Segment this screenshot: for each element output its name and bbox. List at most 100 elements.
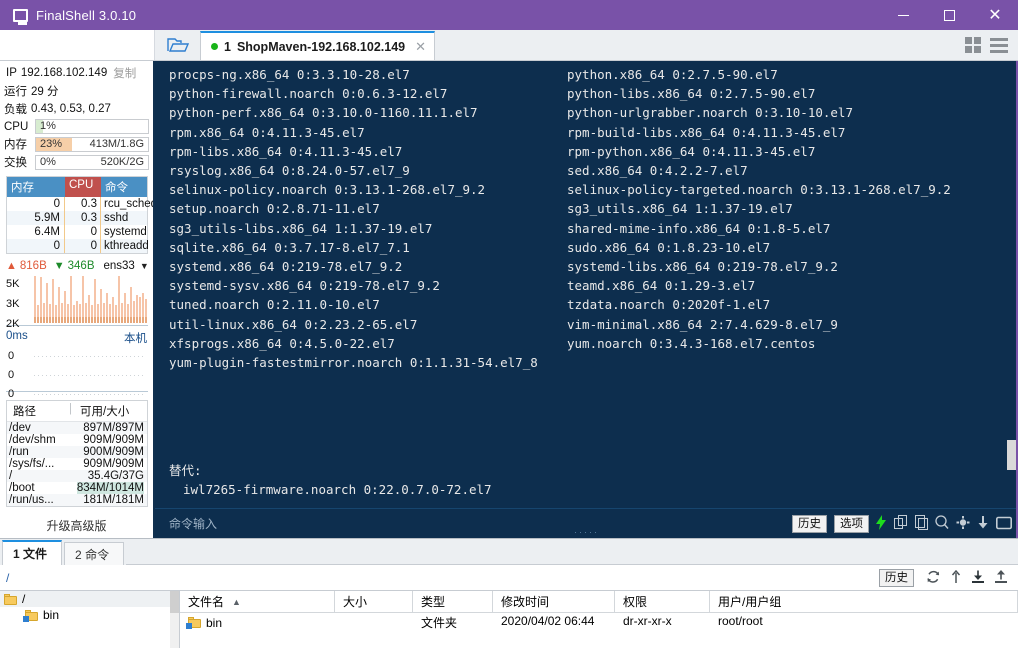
options-button[interactable]: 选项 bbox=[834, 514, 869, 533]
memory-meter-row: 内存 23% 413M/1.8G bbox=[0, 135, 153, 153]
terminal-line: tuned.noarch 0:2.11.0-10.el7 bbox=[169, 297, 380, 313]
tab-files[interactable]: 1 文件 bbox=[2, 540, 63, 565]
close-button[interactable]: ✕ bbox=[972, 0, 1018, 30]
file-name-cell: bin bbox=[180, 613, 335, 632]
command-input-bar: 命令输入 ····· 历史 选项 bbox=[155, 508, 1018, 538]
parent-folder-icon[interactable] bbox=[950, 569, 962, 586]
table-row[interactable]: /run/us... 181M/181M bbox=[7, 494, 147, 506]
resize-grip[interactable]: ····· bbox=[574, 527, 599, 537]
col-header-type[interactable]: 类型 bbox=[413, 591, 493, 612]
y-tick: 3K bbox=[6, 298, 20, 310]
ping-graph-y-axis: 0 0 0 bbox=[8, 347, 14, 404]
tab-strip-actions bbox=[965, 30, 1018, 60]
file-permissions-cell: dr-xr-xr-x bbox=[623, 614, 672, 628]
col-header-command[interactable]: 命令 bbox=[101, 177, 147, 197]
upload-file-icon[interactable] bbox=[994, 569, 1008, 586]
col-header-permissions[interactable]: 权限 bbox=[615, 591, 710, 612]
cell-command: sshd bbox=[104, 212, 129, 224]
table-row[interactable]: /boot 834M/1014M bbox=[7, 482, 147, 494]
cpu-meter: 1% bbox=[35, 119, 149, 134]
upload-arrow-icon: ▲ bbox=[6, 260, 17, 272]
table-row[interactable]: /dev 897M/897M bbox=[7, 422, 147, 434]
bolt-icon[interactable] bbox=[876, 515, 887, 532]
minimize-button[interactable] bbox=[880, 0, 926, 30]
tree-scrollbar[interactable] bbox=[170, 591, 179, 648]
command-input[interactable]: 命令输入 bbox=[155, 515, 217, 532]
col-header-modified[interactable]: 修改时间 bbox=[493, 591, 615, 612]
table-row[interactable]: /sys/fs/... 909M/909M bbox=[7, 458, 147, 470]
col-header-owner[interactable]: 用户/用户组 bbox=[710, 591, 1018, 612]
download-value: 346B bbox=[67, 260, 95, 272]
graph-bar-base bbox=[136, 316, 138, 323]
path-input[interactable]: / bbox=[0, 571, 879, 585]
network-header: ▲ 816B ▼ 346B ens33 ▼ bbox=[0, 254, 153, 273]
tab-strip-filler bbox=[435, 30, 965, 60]
tree-item-root[interactable]: / bbox=[0, 591, 179, 607]
copy-icon[interactable] bbox=[894, 515, 908, 532]
network-interface-select[interactable]: ens33 bbox=[104, 260, 135, 272]
upgrade-link[interactable]: 升级高级版 bbox=[0, 507, 153, 538]
system-monitor-sidebar: IP 192.168.102.149 复制 运行 29 分 负载 0.43, 0… bbox=[0, 61, 155, 538]
cell-size: 900M/909M bbox=[83, 446, 144, 458]
load-row: 负载 0.43, 0.53, 0.27 bbox=[0, 100, 153, 118]
paste-icon[interactable] bbox=[915, 515, 928, 532]
terminal-line: yum-plugin-fastestmirror.noarch 0:1.1.31… bbox=[169, 355, 538, 371]
history-button[interactable]: 历史 bbox=[792, 514, 827, 533]
swap-meter: 0% 520K/2G bbox=[35, 154, 149, 170]
table-row[interactable]: / 35.4G/37G bbox=[7, 470, 147, 482]
download-icon[interactable] bbox=[977, 515, 989, 532]
hamburger-menu-icon[interactable] bbox=[990, 37, 1008, 53]
folder-icon bbox=[4, 593, 17, 605]
graph-bar bbox=[70, 276, 72, 323]
memory-meter: 23% 413M/1.8G bbox=[35, 136, 149, 152]
terminal-line: util-linux.x86_64 0:2.23.2-65.el7 bbox=[169, 316, 418, 332]
y-tick: 0 bbox=[8, 387, 15, 400]
terminal-line: rpm.x86_64 0:4.11.3-45.el7 bbox=[169, 124, 365, 140]
cpu-meter-value: 1% bbox=[40, 120, 56, 132]
table-row[interactable]: 5.9M 0.3 sshd bbox=[7, 211, 147, 225]
path-bar: / 历史 bbox=[0, 565, 1018, 591]
graph-bar-base bbox=[97, 316, 99, 323]
tab-close-icon[interactable]: ✕ bbox=[411, 39, 426, 55]
col-header-size[interactable]: 大小 bbox=[335, 591, 413, 612]
table-row[interactable]: /run 900M/909M bbox=[7, 446, 147, 458]
file-manager: / bin 文件名 ▲ 大小 类型 修改时间 权限 用户/用户组 bin 文件夹… bbox=[0, 591, 1018, 648]
table-row[interactable]: 0 0.3 rcu_sched bbox=[7, 197, 153, 211]
search-icon[interactable] bbox=[935, 515, 949, 532]
copy-ip-button[interactable]: 复制 bbox=[113, 65, 136, 81]
graph-bar-base bbox=[37, 316, 39, 323]
download-file-icon[interactable] bbox=[971, 570, 985, 586]
file-toolbar bbox=[920, 569, 1018, 586]
graph-bar-base bbox=[67, 316, 69, 323]
terminal-line: rpm-build-libs.x86_64 0:4.11.3-45.el7 bbox=[567, 124, 846, 140]
chevron-down-icon[interactable]: ▼ bbox=[140, 261, 149, 271]
open-folder-icon[interactable] bbox=[155, 30, 200, 60]
cell-memory: 0 bbox=[7, 197, 65, 211]
network-traffic-graph: 5K 3K 2K bbox=[6, 274, 148, 330]
terminal-scrollbar[interactable] bbox=[1007, 440, 1016, 470]
graph-bar-base bbox=[82, 316, 84, 323]
col-header-cpu[interactable]: CPU bbox=[65, 177, 101, 197]
file-name: bin bbox=[206, 615, 223, 630]
col-header-filename[interactable]: 文件名 ▲ bbox=[180, 591, 335, 612]
directory-tree[interactable]: / bin bbox=[0, 591, 180, 648]
tab-commands[interactable]: 2 命令 bbox=[64, 542, 125, 565]
tab-strip-left-pad bbox=[0, 30, 155, 60]
terminal-line: python.x86_64 0:2.7.5-90.el7 bbox=[567, 67, 778, 82]
file-row[interactable]: bin 文件夹 2020/04/02 06:44 dr-xr-xr-x root… bbox=[180, 613, 1018, 632]
col-header-memory[interactable]: 内存 bbox=[7, 177, 65, 197]
tree-item-bin[interactable]: bin bbox=[0, 607, 179, 623]
path-history-button[interactable]: 历史 bbox=[879, 568, 914, 587]
gear-icon[interactable] bbox=[956, 515, 970, 532]
y-tick: 0 bbox=[8, 349, 15, 362]
table-row[interactable]: 0 0 kthreadd bbox=[7, 239, 149, 253]
terminal-output[interactable]: procps-ng.x86_64 0:3.3.10-28.el7 python-f… bbox=[155, 61, 1018, 508]
maximize-button[interactable] bbox=[926, 0, 972, 30]
table-row[interactable]: /dev/shm 909M/909M bbox=[7, 434, 147, 446]
grid-view-icon[interactable] bbox=[965, 37, 981, 53]
refresh-icon[interactable] bbox=[926, 570, 941, 586]
ping-local-label[interactable]: 本机 bbox=[124, 330, 147, 346]
session-tab[interactable]: 1 ShopMaven-192.168.102.149 ✕ bbox=[200, 31, 436, 60]
window-icon[interactable] bbox=[996, 516, 1012, 532]
table-row[interactable]: 6.4M 0 systemd bbox=[7, 225, 147, 239]
